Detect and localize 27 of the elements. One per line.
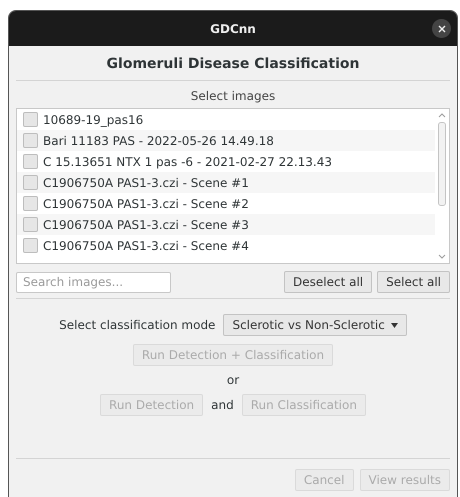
close-button[interactable] xyxy=(432,19,451,38)
close-icon xyxy=(438,24,446,32)
image-name[interactable]: C 15.13651 NTX 1 pas -6 - 2021-02-27 22.13.43 xyxy=(43,154,332,168)
section-label: Select images xyxy=(190,88,276,105)
dialog-heading: Glomeruli Disease Classification xyxy=(106,55,360,74)
caret-icon xyxy=(390,322,398,328)
mode-dropdown[interactable]: Sclerotic vs Non-Sclerotic xyxy=(223,314,407,336)
scroll-down-icon[interactable] xyxy=(438,254,446,259)
mode-label: Select classification mode xyxy=(59,318,216,332)
checkbox[interactable] xyxy=(23,238,38,253)
deselect-all-button[interactable]: Deselect all xyxy=(284,271,372,293)
image-name[interactable]: C1906750A PAS1-3.czi - Scene #4 xyxy=(43,238,249,252)
scroll-thumb[interactable] xyxy=(438,122,446,206)
checkbox[interactable] xyxy=(23,112,38,127)
search-field[interactable]: Search images... xyxy=(16,272,171,292)
window-title: GDCnn xyxy=(210,22,256,36)
checkbox[interactable] xyxy=(23,154,38,169)
checkbox[interactable] xyxy=(23,175,38,190)
checkbox[interactable] xyxy=(23,133,38,148)
scroll-up-icon[interactable] xyxy=(438,113,446,118)
image-name[interactable]: 10689-19_pas16 xyxy=(43,112,144,126)
checkbox[interactable] xyxy=(23,196,38,211)
select-all-button[interactable]: Select all xyxy=(377,271,450,293)
and-label: and xyxy=(211,398,234,412)
or-label: or xyxy=(226,372,240,389)
checkbox[interactable] xyxy=(23,217,38,232)
image-name[interactable]: C1906750A PAS1-3.czi - Scene #2 xyxy=(43,196,249,210)
